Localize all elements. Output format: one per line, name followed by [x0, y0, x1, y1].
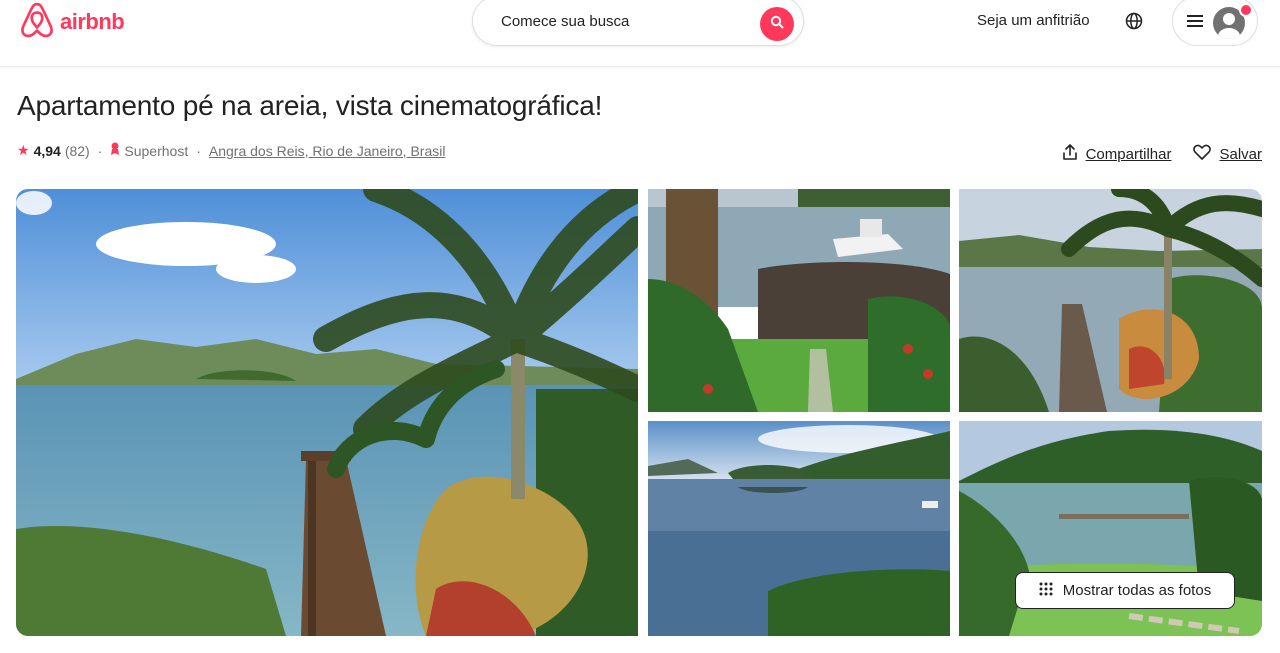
notification-dot — [1239, 3, 1253, 17]
search-button[interactable] — [760, 7, 794, 41]
separator-dot: · — [97, 142, 103, 159]
photo-2[interactable] — [648, 189, 950, 412]
listing-title: Apartamento pé na areia, vista cinematog… — [17, 90, 603, 121]
hamburger-icon — [1187, 14, 1203, 33]
separator-dot: · — [196, 142, 201, 159]
logo-text: airbnb — [60, 9, 125, 34]
photo-3[interactable] — [959, 189, 1262, 412]
review-count[interactable]: (82) — [65, 143, 90, 159]
star-icon: ★ — [17, 142, 30, 158]
save-label: Salvar — [1219, 145, 1262, 163]
become-host-link[interactable]: Seja um anfitrião — [977, 12, 1090, 29]
save-button[interactable]: Salvar — [1193, 144, 1262, 164]
superhost-icon — [110, 142, 120, 159]
top-navbar: airbnb Comece sua busca Seja um anfitriã… — [0, 0, 1280, 67]
airbnb-logo-icon — [20, 2, 54, 43]
share-button[interactable]: Compartilhar — [1062, 143, 1172, 165]
search-placeholder: Comece sua busca — [501, 12, 630, 30]
search-icon — [770, 15, 784, 34]
listing-actions: Compartilhar Salvar — [1062, 143, 1262, 165]
superhost-label: Superhost — [124, 142, 189, 159]
location-link[interactable]: Angra dos Reis, Rio de Janeiro, Brasil — [209, 143, 446, 159]
rating-value: 4,94 — [33, 142, 61, 159]
photo-4[interactable] — [648, 421, 950, 636]
listing-meta: ★ 4,94 (82) · Superhost · Angra dos Reis… — [17, 142, 445, 159]
heart-icon — [1193, 144, 1212, 164]
grid-dots-icon — [1039, 582, 1053, 600]
share-label: Compartilhar — [1085, 145, 1172, 163]
photo-main[interactable] — [16, 189, 638, 636]
show-all-label: Mostrar todas as fotos — [1062, 582, 1212, 599]
show-all-photos-button[interactable]: Mostrar todas as fotos — [1015, 572, 1235, 609]
airbnb-logo[interactable]: airbnb — [20, 2, 125, 43]
globe-icon[interactable] — [1123, 10, 1145, 32]
share-icon — [1062, 143, 1078, 165]
search-bar[interactable]: Comece sua busca — [472, 0, 804, 46]
